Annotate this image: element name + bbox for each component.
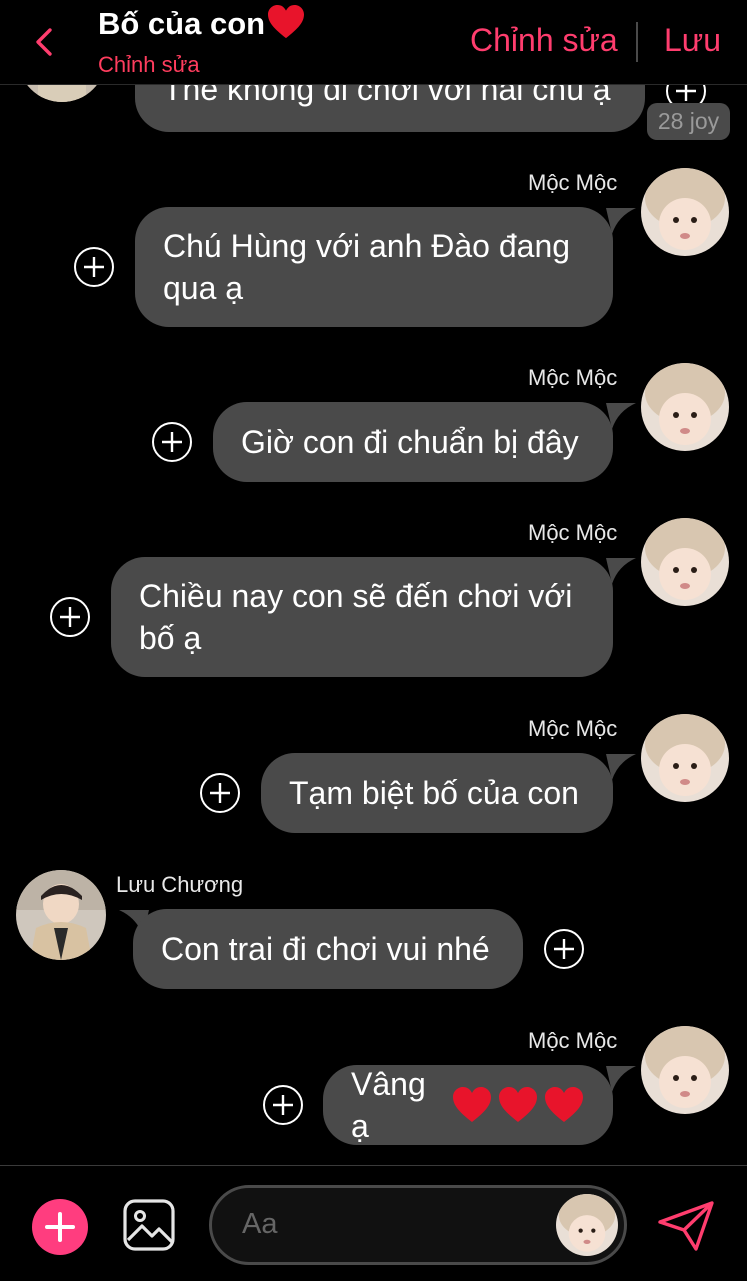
chat-screen: Thế không đi chơi với hai chú ạ 28 joy M…	[0, 0, 747, 1281]
input-placeholder: Aa	[242, 1208, 278, 1240]
message-text: Chú Hùng với anh Đào đang qua ạ	[163, 228, 571, 306]
add-reaction-icon[interactable]	[49, 596, 91, 638]
message-composer: Aa	[0, 1165, 747, 1281]
message-text: Giờ con đi chuẩn bị đây	[241, 424, 579, 460]
avatar-luu-chuong[interactable]	[16, 870, 106, 960]
page-title[interactable]: Bố của con	[98, 4, 306, 42]
add-reaction-icon[interactable]	[262, 1084, 304, 1126]
chat-title: Bố của con	[98, 6, 266, 41]
send-icon[interactable]	[656, 1200, 716, 1252]
sender-name: Mộc Mộc	[528, 1028, 618, 1053]
message-text: Chiều nay con sẽ đến chơi với bố ạ	[139, 578, 573, 656]
reaction-badge[interactable]: 28 joy	[647, 103, 730, 140]
add-reaction-icon[interactable]	[73, 246, 115, 288]
avatar-moc-moc[interactable]	[641, 714, 729, 802]
header-divider	[636, 22, 638, 62]
avatar-moc-moc[interactable]	[641, 1026, 729, 1114]
heart-icon	[499, 1087, 537, 1122]
heart-icon	[545, 1087, 583, 1122]
chat-header: Bố của con Chỉnh sửa Chỉnh sửa Lưu	[0, 0, 747, 85]
message-text: Con trai đi chơi vui nhé	[161, 931, 490, 967]
message-bubble[interactable]: Giờ con đi chuẩn bị đây	[213, 402, 613, 482]
sender-name: Mộc Mộc	[528, 170, 618, 195]
plus-icon	[45, 1212, 75, 1242]
message-bubble[interactable]: Chiều nay con sẽ đến chơi với bố ạ	[111, 557, 613, 677]
message-bubble[interactable]: Tạm biệt bố của con	[261, 753, 613, 833]
message-input[interactable]: Aa	[209, 1185, 627, 1265]
add-reaction-icon[interactable]	[151, 421, 193, 463]
message-text: Vâng ạ	[351, 1066, 426, 1144]
add-button[interactable]	[32, 1199, 88, 1255]
heart-icon	[453, 1087, 491, 1122]
avatar-moc-moc[interactable]	[641, 518, 729, 606]
add-reaction-icon[interactable]	[543, 928, 585, 970]
edit-button[interactable]: Chỉnh sửa	[470, 22, 618, 59]
heart-emoji-group	[451, 1086, 585, 1124]
sender-name: Mộc Mộc	[528, 716, 618, 741]
avatar-moc-moc[interactable]	[641, 168, 729, 256]
sender-name: Mộc Mộc	[528, 365, 618, 390]
avatar-moc-moc[interactable]	[641, 363, 729, 451]
heart-icon	[268, 4, 305, 39]
image-icon[interactable]	[122, 1198, 176, 1252]
save-button[interactable]: Lưu	[664, 22, 721, 59]
sender-name: Mộc Mộc	[528, 520, 618, 545]
message-bubble[interactable]: Chú Hùng với anh Đào đang qua ạ	[135, 207, 613, 327]
add-reaction-icon[interactable]	[199, 772, 241, 814]
message-bubble[interactable]: Con trai đi chơi vui nhé	[133, 909, 523, 989]
message-bubble[interactable]: Vâng ạ	[323, 1065, 613, 1145]
back-chevron-icon[interactable]	[28, 24, 60, 60]
sender-name: Lưu Chương	[116, 872, 244, 897]
sticker-avatar-icon[interactable]	[556, 1194, 618, 1256]
message-list[interactable]: Thế không đi chơi với hai chú ạ 28 joy M…	[0, 0, 747, 1165]
message-text: Tạm biệt bố của con	[289, 775, 579, 811]
header-subtitle[interactable]: Chỉnh sửa	[98, 52, 200, 78]
